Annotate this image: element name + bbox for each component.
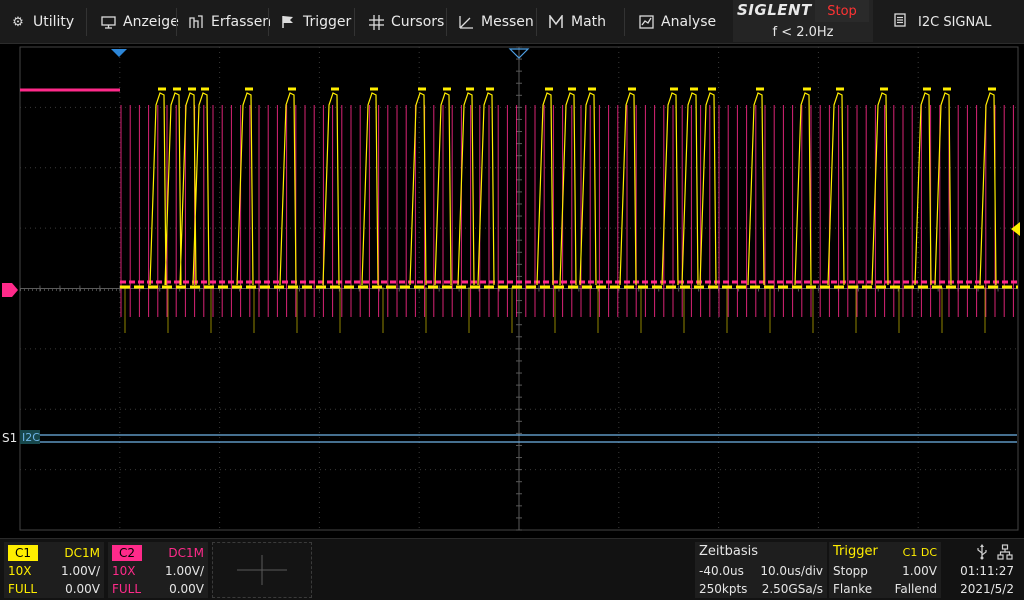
menu-erfassen[interactable]: Erfassen	[188, 0, 271, 44]
menu-divider	[86, 8, 87, 36]
menu-utility[interactable]: ⚙ Utility	[10, 0, 74, 44]
channel-1-panel[interactable]: C1 DC1M 10X 1.00V/ FULL 0.00V	[4, 542, 104, 598]
decode-title: I2C SIGNAL	[918, 14, 992, 30]
add-channel-slot[interactable]	[212, 542, 312, 598]
trigger-title: Trigger	[833, 544, 878, 559]
channel-2-scale: 1.00V/	[165, 564, 204, 578]
trigger-panel[interactable]: Trigger C1 DC Stopp 1.00V Flanke Fallend	[829, 542, 941, 598]
gear-icon: ⚙	[12, 14, 24, 30]
waveform-canvas[interactable]: S1 I2C	[0, 45, 1024, 535]
timebase-delay: -40.0us	[699, 564, 744, 578]
menu-trigger[interactable]: Trigger	[280, 0, 351, 44]
flag-icon	[280, 14, 296, 30]
trigger-mode: Stopp	[833, 564, 868, 578]
waveform-display[interactable]: S1 I2C	[0, 45, 1024, 535]
channel-1-coupling: DC1M	[64, 546, 100, 560]
trigger-level-marker[interactable]	[1011, 222, 1020, 236]
menu-analyse[interactable]: Analyse	[638, 0, 716, 44]
trigger-slope: Fallend	[894, 582, 937, 596]
analyse-icon	[638, 14, 654, 30]
trigger-source: C1 DC	[902, 546, 937, 559]
acquire-icon	[188, 14, 204, 30]
menu-anzeige[interactable]: Anzeige	[100, 0, 179, 44]
network-icon	[997, 544, 1013, 563]
menu-math[interactable]: Math	[548, 0, 606, 44]
timebase-title: Zeitbasis	[699, 544, 758, 559]
channel-2-offset: 0.00V	[169, 582, 204, 596]
channel-2-probe: 10X	[112, 564, 136, 578]
trigger-position-marker[interactable]	[111, 49, 127, 57]
menu-divider	[354, 8, 355, 36]
menu-bar: ⚙ Utility Anzeige Erfassen Trigger Curso…	[0, 0, 1024, 44]
channel-1-scale: 1.00V/	[61, 564, 100, 578]
menu-messen-label: Messen	[481, 14, 534, 30]
channel-2-panel[interactable]: C2 DC1M 10X 1.00V/ FULL 0.00V	[108, 542, 208, 598]
trigger-frequency: f < 2.0Hz	[772, 24, 834, 40]
menu-messen[interactable]: Messen	[458, 0, 534, 44]
decode-bus-label: S1	[2, 431, 17, 445]
channel-1-offset: 0.00V	[65, 582, 100, 596]
menu-trigger-label: Trigger	[303, 14, 352, 30]
usb-icon	[975, 544, 989, 563]
timebase-scale: 10.0us/div	[760, 564, 823, 578]
document-icon	[894, 13, 906, 31]
status-bar: C1 DC1M 10X 1.00V/ FULL 0.00V C2 DC1M 10…	[0, 538, 1024, 600]
menu-erfassen-label: Erfassen	[211, 14, 272, 30]
measure-icon	[458, 14, 474, 30]
monitor-icon	[100, 14, 116, 30]
siglent-logo: SIGLENT	[737, 1, 812, 19]
menu-anzeige-label: Anzeige	[123, 14, 179, 30]
menu-divider	[624, 8, 625, 36]
menu-cursors[interactable]: Cursors	[368, 0, 444, 44]
menu-math-label: Math	[571, 14, 607, 30]
cursor-grid-icon	[368, 14, 384, 30]
channel-1-trace	[120, 87, 1018, 333]
math-icon	[548, 14, 564, 30]
ch1-glitches	[124, 287, 986, 333]
channel-1-badge: C1	[8, 545, 39, 561]
menu-analyse-label: Analyse	[661, 14, 717, 30]
trigger-level: 1.00V	[902, 564, 937, 578]
plus-icon	[237, 555, 287, 585]
system-status: 01:11:27 2021/5/2	[945, 542, 1022, 598]
menu-divider	[176, 8, 177, 36]
brand-panel: SIGLENT Stop f < 2.0Hz	[733, 0, 873, 42]
decode-bus-protocol: I2C	[22, 431, 40, 444]
channel-2-bandwidth: FULL	[112, 582, 142, 596]
memory-depth: 250kpts	[699, 582, 748, 596]
channel-2-ground-marker[interactable]	[2, 283, 18, 297]
menu-divider	[536, 8, 537, 36]
decode-menu[interactable]: I2C SIGNAL	[880, 0, 1024, 44]
clock-date: 2021/5/2	[960, 582, 1014, 596]
menu-divider	[268, 8, 269, 36]
trigger-type: Flanke	[833, 582, 873, 596]
channel-2-coupling: DC1M	[168, 546, 204, 560]
channel-1-probe: 10X	[8, 564, 32, 578]
sample-rate: 2.50GSa/s	[761, 582, 823, 596]
menu-utility-label: Utility	[33, 14, 75, 30]
menu-cursors-label: Cursors	[391, 14, 445, 30]
run-stop-status[interactable]: Stop	[815, 0, 869, 22]
menu-divider	[446, 8, 447, 36]
channel-2-badge: C2	[112, 545, 143, 561]
timebase-panel[interactable]: Zeitbasis -40.0us 10.0us/div 250kpts 2.5…	[695, 542, 827, 598]
clock-time: 01:11:27	[960, 564, 1014, 578]
channel-1-bandwidth: FULL	[8, 582, 38, 596]
ch2-pulses	[120, 105, 1014, 317]
